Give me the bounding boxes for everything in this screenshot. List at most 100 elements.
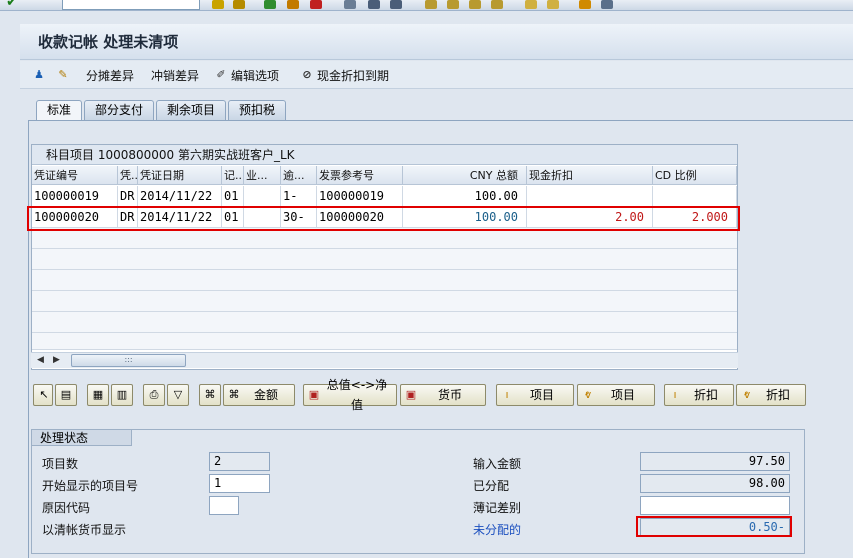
- discount-multi-button[interactable]: ⱴ 折扣: [736, 384, 806, 406]
- table-cell[interactable]: 100.00: [403, 186, 527, 207]
- toggle-icon: ▣: [308, 388, 320, 401]
- table-cell[interactable]: [527, 186, 653, 207]
- exit-icon[interactable]: [287, 0, 299, 9]
- reason-code-label: 原因代码: [42, 501, 91, 515]
- distribute-difference-button[interactable]: 分摊差异: [86, 66, 134, 84]
- currency-button[interactable]: ▣ 货币: [400, 384, 486, 406]
- command-field[interactable]: [62, 0, 200, 10]
- gross-net-label: 总值<->净值: [326, 378, 388, 412]
- filter-icon: ▽: [173, 388, 183, 401]
- discount-icon: ı: [673, 388, 677, 401]
- back-icon[interactable]: [264, 0, 276, 9]
- tab-withholding-tax[interactable]: 预扣税: [228, 100, 287, 120]
- amount-button[interactable]: ⌘ 金额: [223, 384, 295, 406]
- find-button[interactable]: ⌘: [199, 384, 221, 406]
- amount-label: 金额: [253, 388, 278, 402]
- new-session-icon[interactable]: [525, 0, 537, 9]
- table-title: 科目项目 1000800000 第六期实战班客户_LK: [32, 145, 737, 165]
- difference-postings-input[interactable]: [640, 496, 790, 515]
- edit-options-label: 编辑选项: [231, 68, 280, 83]
- discount-button[interactable]: ı 折扣: [664, 384, 734, 406]
- reason-code-input[interactable]: [209, 496, 239, 515]
- column-header[interactable]: 记...: [222, 166, 244, 185]
- table-cell[interactable]: 100.00: [403, 207, 527, 228]
- save-icon[interactable]: [233, 0, 245, 9]
- cash-discount-due-button[interactable]: ⊘ 现金折扣到期: [300, 66, 389, 84]
- table-cell[interactable]: [244, 207, 281, 228]
- select-button[interactable]: ↖: [33, 384, 53, 406]
- cash-discount-input[interactable]: 2.00: [527, 207, 653, 228]
- column-header[interactable]: 业...: [244, 166, 281, 185]
- table-cell[interactable]: 2014/11/22: [138, 186, 222, 207]
- deactivate-button[interactable]: ▥: [111, 384, 133, 406]
- print-button[interactable]: ⎙: [143, 384, 165, 406]
- table-cell[interactable]: [653, 186, 737, 207]
- table-cell[interactable]: [244, 186, 281, 207]
- print-icon: ⎙: [149, 388, 159, 401]
- edit-options-button[interactable]: ✐ 编辑选项: [214, 66, 279, 84]
- layout-icon[interactable]: [601, 0, 613, 9]
- scroll-thumb[interactable]: :::: [71, 354, 186, 367]
- item-count-label: 项目数: [42, 457, 79, 471]
- last-page-icon[interactable]: [491, 0, 503, 9]
- table-cell[interactable]: 2014/11/22: [138, 207, 222, 228]
- table-cell[interactable]: 100000019: [32, 186, 118, 207]
- table-cell[interactable]: DR: [118, 207, 138, 228]
- table-cell[interactable]: 100000019: [317, 186, 403, 207]
- edit-icon: ✎: [58, 68, 68, 81]
- column-header[interactable]: CNY 总额: [403, 166, 527, 185]
- column-header[interactable]: 凭证编号: [32, 166, 118, 185]
- select-all-button[interactable]: ▤: [55, 384, 77, 406]
- shortcut-icon[interactable]: [547, 0, 559, 9]
- tab-label: 标准: [47, 103, 72, 117]
- scroll-left-icon[interactable]: ◀: [37, 355, 44, 365]
- item-multi-icon: ⱴ: [584, 388, 592, 401]
- clearing-currency-label: 以清帐货币显示: [42, 523, 127, 537]
- page-title: 收款记帐 处理未清项: [38, 33, 179, 51]
- table-cell[interactable]: 01: [222, 207, 244, 228]
- tab-standard[interactable]: 标准: [36, 100, 83, 120]
- write-off-difference-button[interactable]: 冲销差异: [151, 66, 199, 84]
- system-toolbar: ✔: [0, 0, 853, 11]
- cash-discount-due-label: 现金折扣到期: [317, 68, 390, 83]
- column-header[interactable]: 逾...: [281, 166, 317, 185]
- cd-percent-input[interactable]: 2.000: [653, 207, 737, 228]
- table-cell[interactable]: 100000020: [32, 207, 118, 228]
- table-cell[interactable]: 01: [222, 186, 244, 207]
- first-page-icon[interactable]: [425, 0, 437, 9]
- horizontal-scrollbar[interactable]: ◀ ▶ :::: [31, 352, 738, 368]
- back-icon[interactable]: [212, 0, 224, 9]
- item-select-button[interactable]: ⱴ 项目: [577, 384, 655, 406]
- table-cell[interactable]: 30-: [281, 207, 317, 228]
- table-cell[interactable]: 1-: [281, 186, 317, 207]
- discount-multi-icon: ⱴ: [743, 388, 751, 401]
- edit-button[interactable]: ✎: [56, 66, 70, 84]
- help-icon[interactable]: [579, 0, 591, 9]
- print-icon[interactable]: [344, 0, 356, 9]
- column-header[interactable]: CD 比例: [653, 166, 737, 185]
- find-next-icon[interactable]: [390, 0, 402, 9]
- currency-label: 货币: [437, 388, 462, 402]
- table-cell[interactable]: 100000020: [317, 207, 403, 228]
- column-header[interactable]: 凭证日期: [138, 166, 222, 185]
- activate-button[interactable]: ▦: [87, 384, 109, 406]
- find-icon[interactable]: [368, 0, 380, 9]
- person-button[interactable]: ♟: [32, 66, 46, 84]
- table-cell[interactable]: DR: [118, 186, 138, 207]
- column-header[interactable]: 现金折扣: [527, 166, 653, 185]
- gross-net-button[interactable]: ▣ 总值<->净值: [303, 378, 397, 412]
- check-icon[interactable]: ✔: [6, 0, 18, 10]
- scroll-right-icon[interactable]: ▶: [53, 355, 60, 365]
- column-header[interactable]: 发票参考号: [317, 166, 403, 185]
- prev-page-icon[interactable]: [447, 0, 459, 9]
- tab-residual-items[interactable]: 剩余项目: [156, 100, 227, 120]
- application-toolbar: ♟ ✎ 分摊差异 冲销差异 ✐ 编辑选项 ⊘ 现金折扣到期: [20, 61, 853, 89]
- cancel-icon[interactable]: [310, 0, 322, 9]
- filter-button[interactable]: ▽: [167, 384, 189, 406]
- next-page-icon[interactable]: [469, 0, 481, 9]
- empty-row: [32, 312, 737, 333]
- first-item-input[interactable]: 1: [209, 474, 270, 493]
- tab-partial-payment[interactable]: 部分支付: [84, 100, 155, 120]
- item-sort-button[interactable]: ı 项目: [496, 384, 574, 406]
- column-header[interactable]: 凭...: [118, 166, 138, 185]
